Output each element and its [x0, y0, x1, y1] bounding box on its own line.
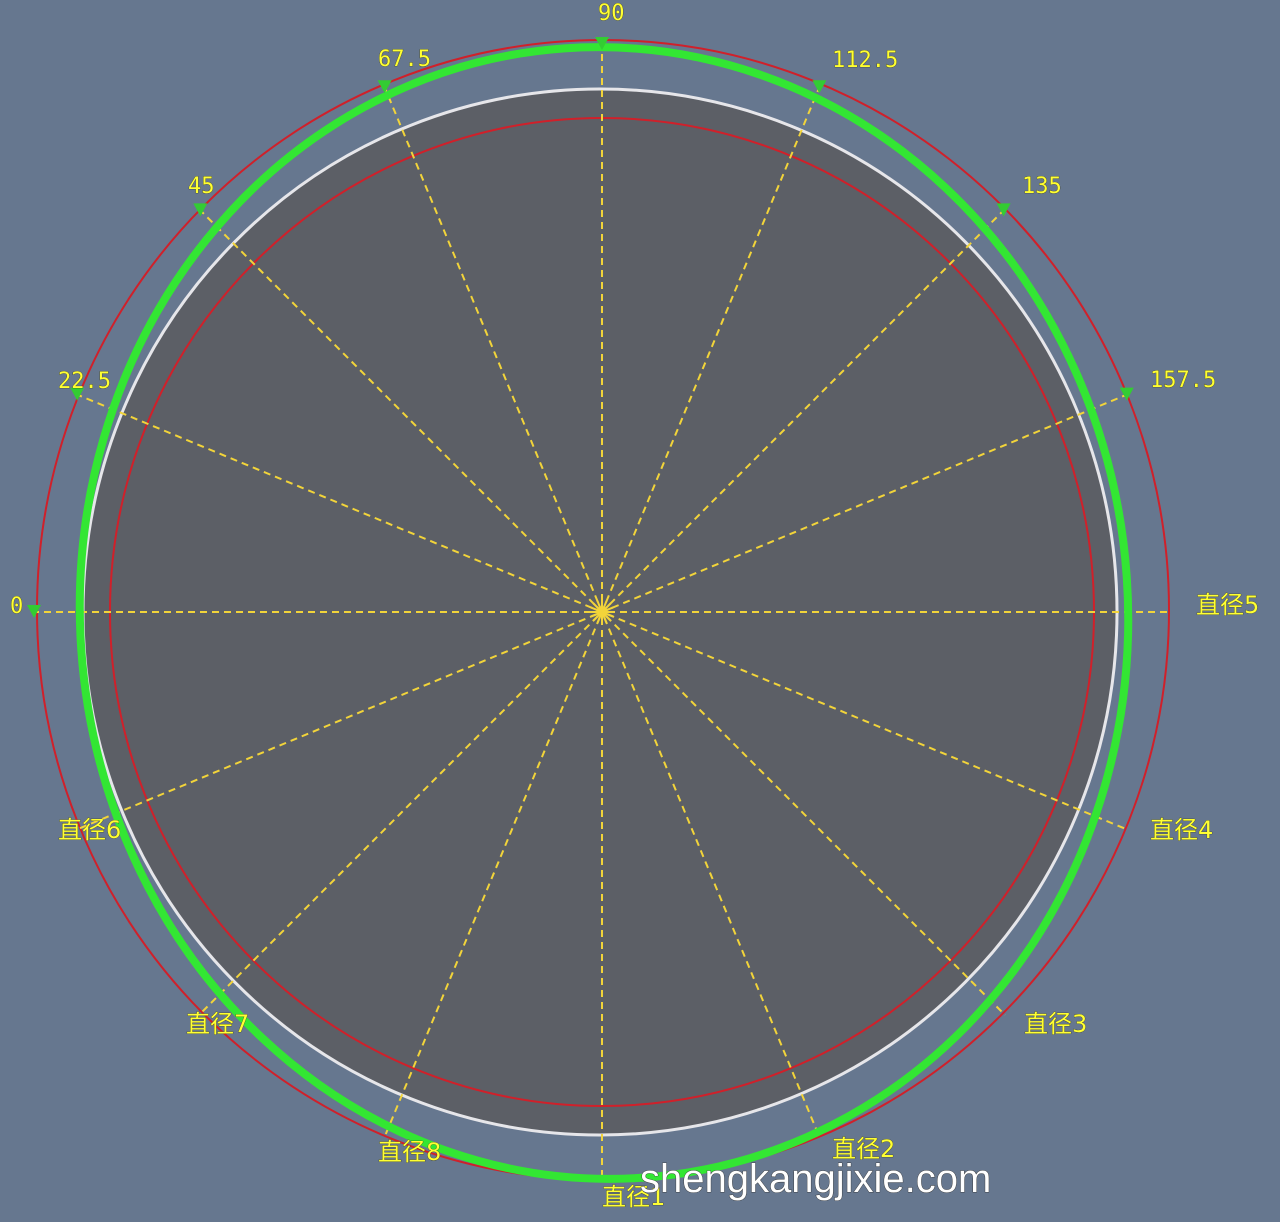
angle-label-135: 135 — [1022, 174, 1062, 199]
center-point-icon — [590, 600, 614, 624]
diameter-label-3: 直径3 — [1024, 1010, 1087, 1038]
angle-label-45: 45 — [188, 174, 215, 199]
diameter-label-6: 直径6 — [58, 816, 121, 844]
diameter-label-4: 直径4 — [1150, 816, 1213, 844]
diameter-label-7: 直径7 — [186, 1010, 249, 1038]
roundness-diagram: 0 22.5 45 67.5 90 112.5 135 157.5 直径1 直径… — [0, 0, 1280, 1222]
diameter-label-5: 直径5 — [1196, 591, 1259, 619]
angle-label-67-5: 67.5 — [378, 47, 431, 72]
angle-label-22-5: 22.5 — [58, 369, 111, 394]
angle-label-90: 90 — [598, 1, 625, 26]
diameter-label-8: 直径8 — [378, 1138, 441, 1166]
watermark: shengkangjixie.com — [640, 1157, 991, 1201]
angle-label-112-5: 112.5 — [832, 48, 898, 73]
angle-label-157-5: 157.5 — [1150, 368, 1216, 393]
angle-label-0: 0 — [10, 594, 23, 619]
